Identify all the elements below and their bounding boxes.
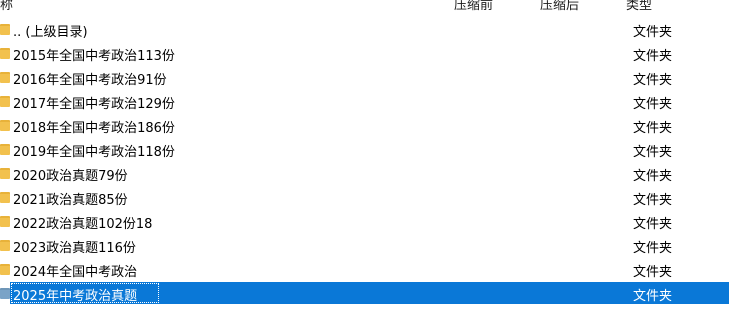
file-name: 2016年全国中考政治91份 bbox=[13, 73, 167, 88]
file-type: 文件夹 bbox=[633, 265, 673, 280]
list-item[interactable]: 2020政治真题79份 文件夹 bbox=[0, 162, 729, 186]
column-header-name[interactable]: 称 bbox=[0, 0, 13, 13]
file-type: 文件夹 bbox=[633, 169, 673, 184]
folder-icon bbox=[0, 264, 10, 275]
list-item[interactable]: 2023政治真题116份 文件夹 bbox=[0, 234, 729, 258]
list-item-parent-directory[interactable]: .. (上级目录) 文件夹 bbox=[0, 18, 729, 42]
file-list: .. (上级目录) 文件夹 2015年全国中考政治113份 文件夹 2016年全… bbox=[0, 18, 729, 306]
folder-icon bbox=[0, 24, 10, 35]
folder-icon bbox=[0, 168, 10, 179]
folder-icon bbox=[0, 216, 10, 227]
file-name: 2022政治真题102份18 bbox=[13, 217, 153, 232]
file-name: 2020政治真题79份 bbox=[13, 169, 128, 184]
column-header-size-after[interactable]: 压缩后 bbox=[540, 0, 579, 13]
file-type: 文件夹 bbox=[633, 217, 673, 232]
file-type: 文件夹 bbox=[633, 289, 673, 304]
file-type: 文件夹 bbox=[633, 97, 673, 112]
list-item[interactable]: 2017年全国中考政治129份 文件夹 bbox=[0, 90, 729, 114]
file-type: 文件夹 bbox=[633, 121, 673, 136]
folder-icon bbox=[0, 144, 10, 155]
list-item[interactable]: 2015年全国中考政治113份 文件夹 bbox=[0, 42, 729, 66]
folder-icon bbox=[0, 96, 10, 107]
folder-icon bbox=[0, 72, 10, 83]
file-name: 2015年全国中考政治113份 bbox=[13, 49, 175, 64]
list-item[interactable]: 2016年全国中考政治91份 文件夹 bbox=[0, 66, 729, 90]
file-type: 文件夹 bbox=[633, 73, 673, 88]
folder-icon bbox=[0, 48, 10, 59]
list-item[interactable]: 2019年全国中考政治118份 文件夹 bbox=[0, 138, 729, 162]
file-name: 2021政治真题85份 bbox=[13, 193, 128, 208]
file-type: 文件夹 bbox=[633, 25, 673, 40]
column-header-size-before[interactable]: 压缩前 bbox=[454, 0, 493, 13]
archive-file-list-window: 称 压缩前 压缩后 类型 .. (上级目录) 文件夹 2015年全国中考政治11… bbox=[0, 0, 729, 333]
list-item[interactable]: 2018年全国中考政治186份 文件夹 bbox=[0, 114, 729, 138]
column-header-type[interactable]: 类型 bbox=[626, 0, 652, 13]
file-type: 文件夹 bbox=[633, 49, 673, 64]
folder-icon bbox=[0, 240, 10, 251]
list-item-selected[interactable]: 2025年中考政治真题 文件夹 bbox=[0, 282, 729, 306]
list-item[interactable]: 2022政治真题102份18 文件夹 bbox=[0, 210, 729, 234]
file-name: 2018年全国中考政治186份 bbox=[13, 121, 175, 136]
file-type: 文件夹 bbox=[633, 145, 673, 160]
file-name: 2017年全国中考政治129份 bbox=[13, 97, 175, 112]
column-header: 称 压缩前 压缩后 类型 bbox=[0, 0, 729, 13]
file-name: 2019年全国中考政治118份 bbox=[13, 145, 175, 160]
list-item[interactable]: 2024年全国中考政治 文件夹 bbox=[0, 258, 729, 282]
file-name: 2023政治真题116份 bbox=[13, 241, 136, 256]
file-name: 2024年全国中考政治 bbox=[13, 265, 138, 280]
folder-icon bbox=[0, 288, 10, 299]
file-type: 文件夹 bbox=[633, 193, 673, 208]
folder-icon bbox=[0, 120, 10, 131]
folder-icon bbox=[0, 192, 10, 203]
file-name: 2025年中考政治真题 bbox=[13, 289, 138, 304]
file-type: 文件夹 bbox=[633, 241, 673, 256]
list-item[interactable]: 2021政治真题85份 文件夹 bbox=[0, 186, 729, 210]
file-name: .. (上级目录) bbox=[13, 25, 88, 40]
